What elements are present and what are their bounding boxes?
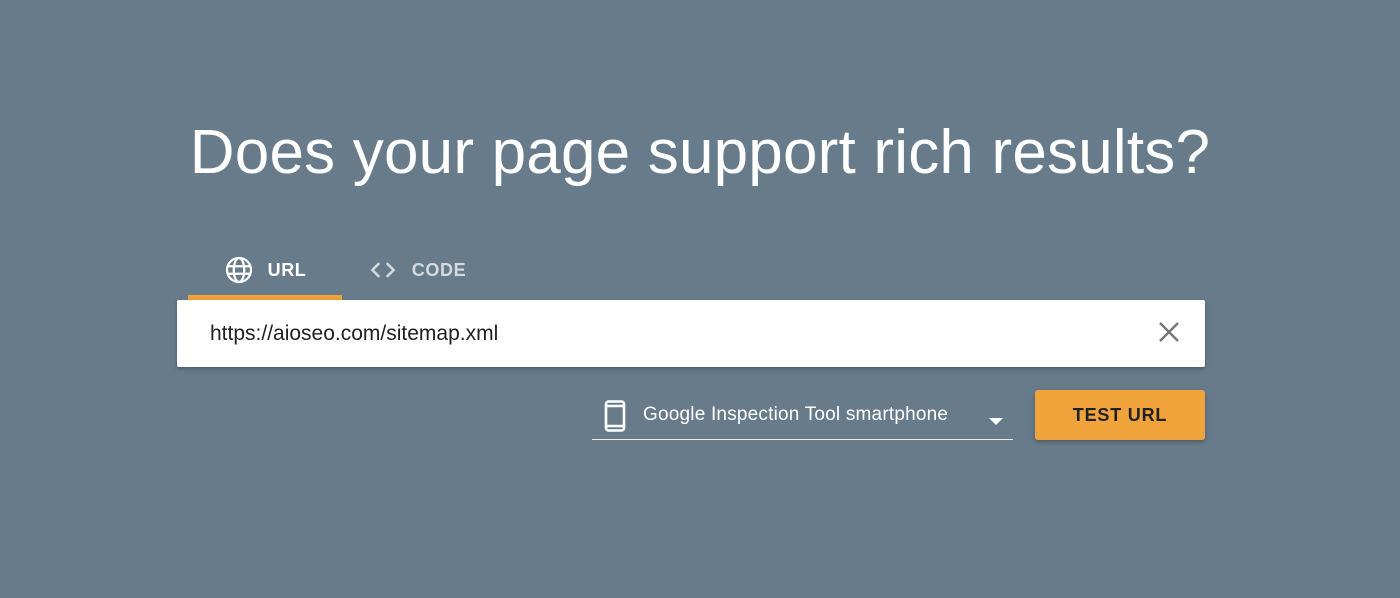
tab-url[interactable]: URL	[188, 240, 342, 300]
user-agent-select[interactable]: Google Inspection Tool smartphone	[592, 391, 1013, 440]
tab-code-label: CODE	[411, 259, 467, 280]
page-headline: Does your page support rich results?	[189, 118, 1211, 187]
close-icon	[1158, 321, 1180, 348]
url-field-container	[177, 300, 1205, 367]
tab-url-label: URL	[267, 259, 307, 280]
input-mode-tabs: URL CODE	[188, 240, 492, 300]
url-input[interactable]	[210, 300, 1140, 367]
code-icon	[368, 255, 398, 285]
globe-icon	[224, 255, 254, 285]
user-agent-selected-value: Google Inspection Tool smartphone	[643, 404, 949, 425]
test-url-button[interactable]: TEST URL	[1035, 390, 1205, 440]
tab-code[interactable]: CODE	[342, 240, 492, 300]
smartphone-icon	[604, 400, 626, 437]
caret-down-icon	[989, 413, 1003, 431]
clear-url-button[interactable]	[1155, 320, 1183, 348]
